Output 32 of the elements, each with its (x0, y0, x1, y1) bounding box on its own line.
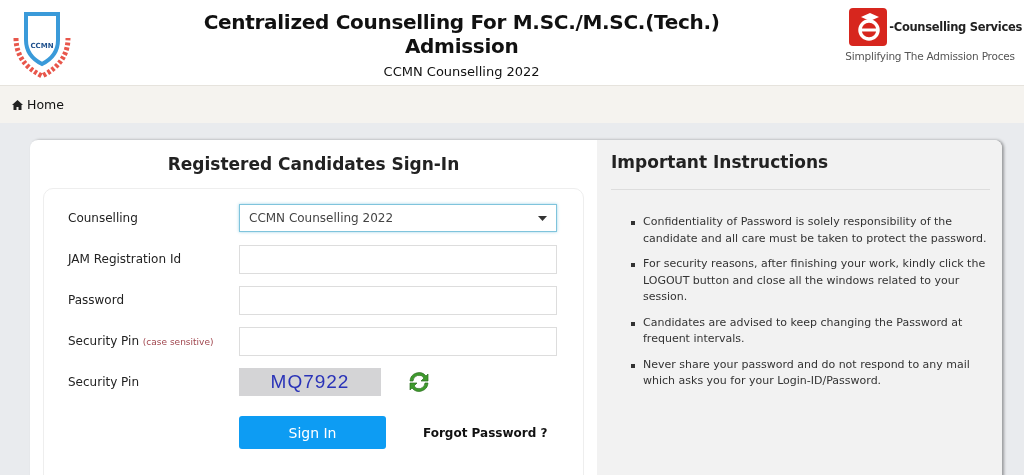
bullet-icon (631, 263, 635, 267)
page-title: Admission (404, 34, 519, 58)
forgot-password-link[interactable]: Forgot Password ? (423, 425, 548, 440)
input-field[interactable] (239, 244, 557, 274)
caret-icon (538, 215, 547, 221)
field-label: Security Pin (case sensitive) (68, 334, 215, 348)
bullet-icon (631, 221, 635, 225)
field-label: JAM Registration Id (68, 252, 183, 266)
refresh-icon[interactable] (406, 369, 432, 395)
bullet-icon (631, 321, 635, 326)
input-field[interactable] (239, 326, 557, 356)
input-field[interactable] (239, 285, 557, 315)
instruction-text: Confidentiality of Password is solely responsibility of the candidate and all care must be taken to protect the password. (643, 214, 988, 247)
brand-tagline: Simplifying The Admission Proces (845, 50, 1015, 62)
hint-text: (case sensitive) (142, 337, 214, 347)
counselling-select[interactable]: CCMN Counselling 2022 (239, 204, 557, 232)
page-subtitle: CCMN Counselling 2022 (383, 64, 540, 79)
instruction-text: Never share your password and do not respond to any mail which asks you for your Login-ID/Password. (643, 356, 971, 389)
field-label: Security Pin (68, 375, 140, 389)
e-logo-icon (849, 8, 888, 46)
section-title: Registered Candidates Sign-In (166, 154, 461, 174)
home-icon (12, 99, 23, 110)
instruction-text: Candidates are advised to keep changing the Password at frequent intervals. (643, 314, 964, 347)
bullet-icon (631, 363, 635, 368)
field-label: Counselling (68, 211, 139, 225)
section-title: Important Instructions (611, 152, 990, 190)
home-link[interactable]: Home (12, 97, 64, 112)
field-label: Password (68, 293, 126, 307)
captcha-image: MQ7922 (239, 368, 381, 396)
page-title: Centralized Counselling For M.SC./M.SC.(Tech.) (203, 10, 720, 34)
instruction-text: For security reasons, after finishing your work, kindly click the LOGOUT button and close all the windows related to your session. (643, 256, 987, 305)
brand-name: -Counselling Services (889, 20, 1022, 34)
